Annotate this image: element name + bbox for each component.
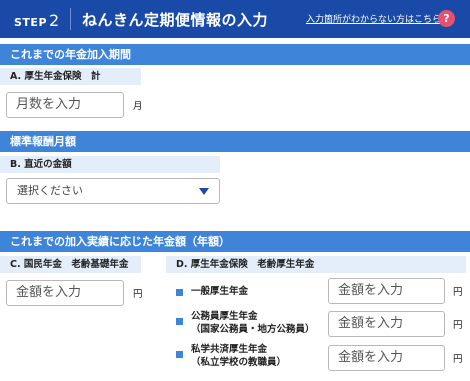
civil-servant-pension-input[interactable]: 金額を入力 [328,311,445,337]
civil-servant-pension-label-line2: （国家公務員・地方公務員） [191,324,315,335]
civil-servant-pension-label-line1: 公務員厚生年金 [191,311,258,322]
civil-servant-pension-unit: 円 [453,320,463,331]
step-number: 2 [49,11,60,30]
page-title: ねんきん定期便情報の入力 [82,11,269,29]
help-question-icon[interactable]: ? [438,10,455,27]
section-standard-salary: 標準報酬月額 [0,131,470,152]
general-pension-input[interactable]: 金額を入力 [328,278,445,304]
civil-servant-pension-label: 公務員厚生年金 （国家公務員・地方公務員） [191,310,315,336]
national-pension-unit: 円 [133,289,143,300]
field-c-label: C. 国民年金 老齢基礎年金 [0,256,141,273]
step-header: STEP 2 ねんきん定期便情報の入力 入力箇所がわからない方はこちら ? [0,0,470,38]
months-unit: 月 [133,101,143,112]
row-bullet-icon [176,289,183,296]
section-enrollment-period: これまでの年金加入期間 [0,44,470,65]
private-school-pension-label-line1: 私学共済厚生年金 [191,344,268,355]
field-a-label: A. 厚生年金保険 計 [0,68,141,85]
private-school-pension-label-line2: （私立学校の教職員） [191,357,287,368]
field-b-label: B. 直近の金額 [0,156,220,173]
row-bullet-icon [176,351,183,358]
header-divider [70,8,71,30]
field-d-label: D. 厚生年金保険 老齢厚生年金 [166,256,466,273]
private-school-pension-label: 私学共済厚生年金 （私立学校の教職員） [191,343,286,369]
section-pension-amount: これまでの加入実績に応じた年金額（年額） [0,231,470,252]
salary-select[interactable]: 選択ください [6,178,220,204]
national-pension-input[interactable]: 金額を入力 [6,280,124,306]
step-indicator: STEP 2 [14,11,60,30]
private-school-pension-unit: 円 [453,354,463,365]
salary-select-value: 選択ください [17,184,83,197]
general-pension-label: 一般厚生年金 [191,285,248,298]
help-link[interactable]: 入力箇所がわからない方はこちら [306,12,441,25]
general-pension-unit: 円 [453,287,463,298]
step-label: STEP [14,16,48,29]
months-input[interactable]: 月数を入力 [6,92,124,118]
general-pension-label-line1: 一般厚生年金 [191,286,249,297]
private-school-pension-input[interactable]: 金額を入力 [328,345,445,371]
chevron-down-icon [199,188,209,195]
row-bullet-icon [176,318,183,325]
